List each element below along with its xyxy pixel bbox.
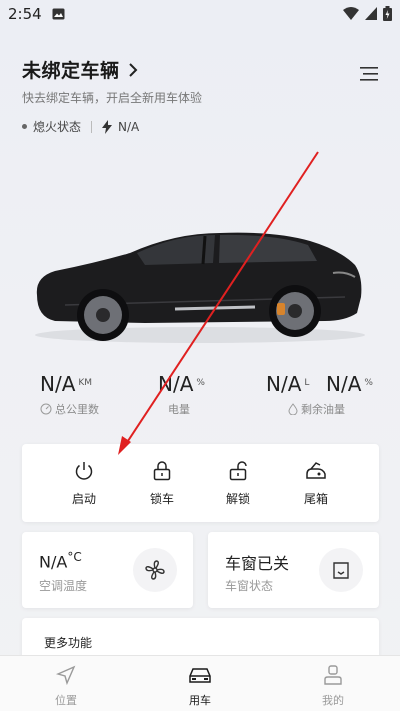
odometer-icon: [40, 403, 52, 415]
status-bar: 2:54: [0, 0, 400, 28]
status-time: 2:54: [8, 5, 42, 23]
menu-icon[interactable]: [360, 66, 378, 82]
metric-value: N/A: [266, 372, 302, 396]
bottom-navigation: 位置 用车 我的: [0, 655, 400, 711]
metric-unit: L: [304, 377, 310, 388]
vehicle-header: 未绑定车辆 快去绑定车辆，开启全新用车体验 熄火状态 N/A: [22, 56, 202, 135]
control-label: 尾箱: [303, 492, 328, 506]
start-button[interactable]: 启动: [54, 460, 114, 507]
trunk-icon: [306, 462, 326, 479]
window-status-card[interactable]: 车窗已关 车窗状态: [208, 532, 379, 608]
status-icons: [343, 6, 392, 21]
divider: [91, 120, 93, 133]
vehicle-metrics: N/A KM 总公里数 N/A% 电量 N/A L 剩余油量 N/A%: [0, 372, 400, 422]
trunk-button[interactable]: 尾箱: [286, 460, 346, 507]
status-dot-icon: [22, 124, 27, 129]
window-status-label: 车窗状态: [225, 579, 274, 593]
ac-temperature-label: 空调温度: [39, 579, 88, 593]
vehicle-status-line: 熄火状态 N/A: [22, 118, 202, 135]
lightning-icon: [102, 119, 113, 134]
ac-temperature-value: N/A°C: [39, 550, 82, 572]
metric-label: 剩余油量: [288, 401, 345, 417]
car-window-icon: [333, 562, 349, 579]
metric-label: 电量: [168, 403, 190, 416]
nav-label: 我的: [322, 694, 344, 707]
metric-value: N/A: [326, 372, 362, 396]
ac-fan-button[interactable]: [133, 548, 177, 592]
unlock-button[interactable]: 解锁: [208, 460, 268, 507]
fuel-drop-icon: [288, 403, 298, 415]
more-functions-title: 更多功能: [44, 636, 93, 650]
metric-battery: N/A% 电量: [158, 372, 205, 417]
metric-unit: %: [196, 377, 205, 388]
lock-button[interactable]: 锁车: [132, 460, 192, 507]
nav-profile[interactable]: 我的: [293, 664, 373, 708]
chevron-right-icon: [128, 62, 137, 77]
lock-icon: [153, 461, 171, 481]
charge-value: N/A: [118, 119, 140, 134]
control-label: 解锁: [225, 492, 250, 506]
remote-control-card: 启动 锁车 解锁 尾箱: [22, 444, 379, 522]
signal-icon: [365, 7, 377, 20]
wifi-icon: [343, 7, 359, 20]
metric-unit: %: [364, 377, 373, 388]
battery-icon: [383, 6, 392, 21]
car-icon: [189, 668, 211, 683]
nav-vehicle[interactable]: 用车: [160, 664, 240, 708]
person-icon: [324, 665, 342, 685]
control-label: 启动: [71, 492, 96, 506]
metric-value: N/A: [158, 372, 194, 396]
page-title: 未绑定车辆: [22, 60, 120, 82]
ac-temperature-card[interactable]: N/A°C 空调温度: [22, 532, 193, 608]
metric-extra: N/A%: [326, 372, 373, 396]
vehicle-image: [35, 232, 365, 343]
metric-label: 总公里数: [40, 401, 99, 417]
window-status-value: 车窗已关: [225, 554, 290, 573]
location-arrow-icon: [55, 665, 76, 686]
nav-label: 位置: [55, 694, 77, 707]
metric-unit: KM: [78, 377, 93, 388]
window-button[interactable]: [319, 548, 363, 592]
bind-vehicle-link[interactable]: 未绑定车辆: [22, 56, 202, 83]
control-label: 锁车: [149, 492, 174, 506]
metric-mileage: N/A KM 总公里数: [40, 372, 99, 417]
fan-icon: [145, 560, 165, 580]
nav-location[interactable]: 位置: [26, 664, 106, 708]
ignition-status: 熄火状态: [33, 120, 82, 134]
metric-value: N/A: [40, 372, 76, 396]
unlock-icon: [229, 461, 247, 481]
subtitle: 快去绑定车辆，开启全新用车体验: [22, 91, 203, 105]
image-notification-icon: [52, 8, 65, 20]
nav-label: 用车: [189, 694, 211, 707]
power-icon: [75, 462, 93, 480]
